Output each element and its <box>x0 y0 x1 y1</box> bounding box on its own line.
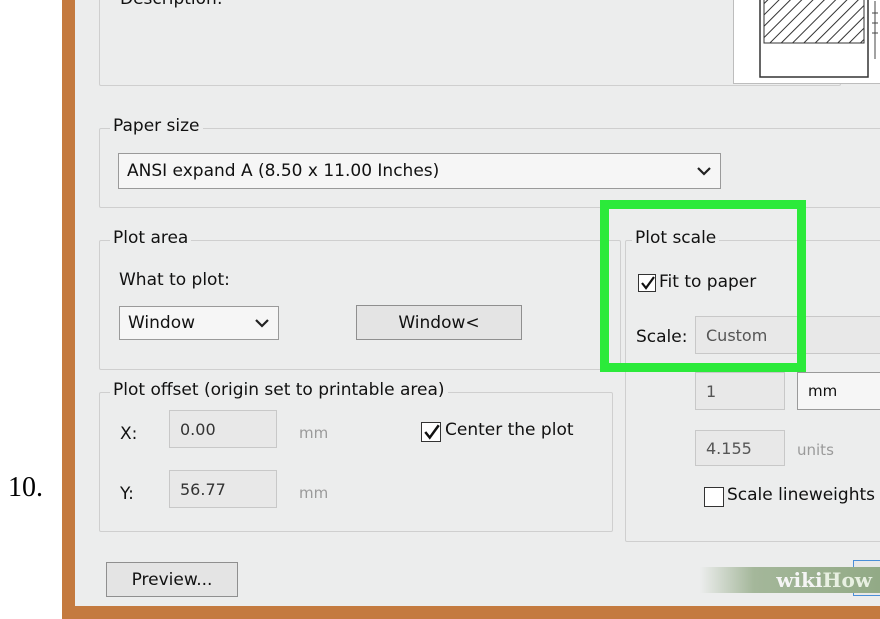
scale-units-label: units <box>797 441 834 459</box>
step-number: 10. <box>8 472 43 503</box>
center-the-plot-label: Center the plot <box>445 420 574 440</box>
scale-lineweights-label: Scale lineweights <box>727 485 875 505</box>
y-offset-value: 56.77 <box>180 479 226 499</box>
scale-value1-input[interactable]: 1 <box>695 372 785 410</box>
y-offset-input[interactable]: 56.77 <box>169 470 277 508</box>
what-to-plot-label: What to plot: <box>119 270 230 290</box>
y-label: Y: <box>120 484 134 504</box>
chevron-down-icon <box>697 167 711 176</box>
x-offset-input[interactable]: 0.00 <box>169 410 277 448</box>
scale-unit-select[interactable]: mm <box>797 372 880 410</box>
watermark-wiki-text: wiki <box>776 568 823 592</box>
description-label: Description: <box>120 0 223 9</box>
paper-preview-icon <box>759 0 878 78</box>
x-offset-value: 0.00 <box>180 419 216 439</box>
x-label: X: <box>120 424 138 444</box>
paper-size-select[interactable]: ANSI expand A (8.50 x 11.00 Inches) <box>118 153 721 189</box>
plot-dialog: Description: Paper size ANSI expand A (8… <box>75 0 880 606</box>
plot-scale-legend: Plot scale <box>632 228 720 248</box>
scale-value1-text: 1 <box>706 381 717 401</box>
wikihow-watermark: wikiHow <box>700 567 880 593</box>
paper-preview <box>733 0 880 84</box>
description-group <box>99 0 841 86</box>
what-to-plot-select[interactable]: Window <box>119 306 279 340</box>
scale-value2-input[interactable]: 4.155 <box>695 430 785 466</box>
paper-size-value: ANSI expand A (8.50 x 11.00 Inches) <box>127 161 440 181</box>
watermark-how-text: How <box>822 568 872 592</box>
preview-button[interactable]: Preview... <box>106 562 238 597</box>
plot-offset-legend: Plot offset (origin set to printable are… <box>110 380 448 400</box>
scale-value2-text: 4.155 <box>706 438 752 458</box>
checkmark-icon <box>641 276 655 290</box>
fit-to-paper-label: Fit to paper <box>659 272 757 292</box>
plot-area-legend: Plot area <box>110 228 192 248</box>
chevron-down-icon <box>255 319 269 328</box>
what-to-plot-value: Window <box>128 313 196 333</box>
scale-lineweights-checkbox[interactable] <box>704 487 724 507</box>
center-the-plot-checkbox[interactable] <box>421 422 441 442</box>
paper-size-legend: Paper size <box>110 116 203 136</box>
scale-unit-value: mm <box>808 382 838 400</box>
window-select-button[interactable]: Window< <box>356 305 522 340</box>
y-unit-label: mm <box>299 484 329 502</box>
fit-to-paper-checkbox[interactable] <box>638 274 656 292</box>
scale-label: Scale: <box>636 327 688 347</box>
checkmark-icon <box>424 424 440 440</box>
x-unit-label: mm <box>299 424 329 442</box>
